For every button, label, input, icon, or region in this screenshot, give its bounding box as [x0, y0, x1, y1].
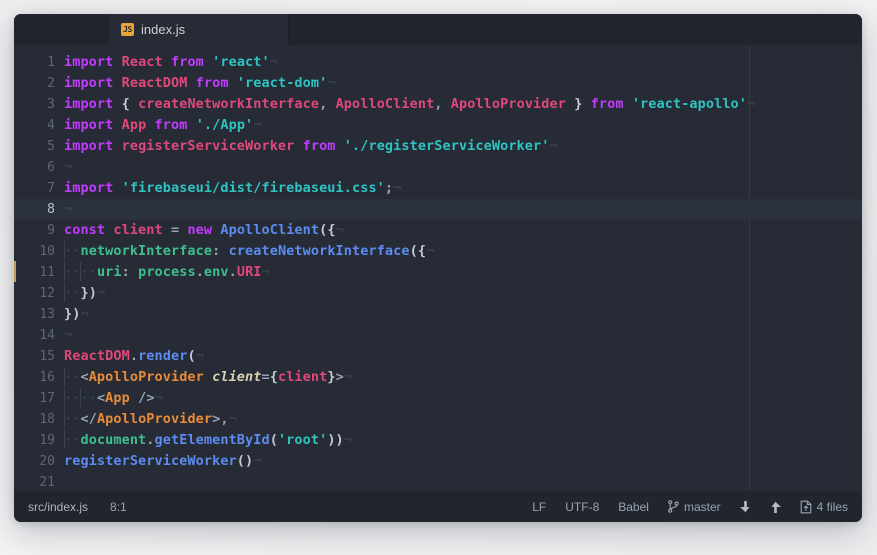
line-number: 17	[39, 391, 55, 406]
line-content: ····<App />¬	[64, 388, 163, 407]
line-number: 13	[39, 307, 55, 322]
line-content: ··<ApolloProvider client={client}>¬	[64, 367, 353, 386]
line-number: 15	[39, 349, 55, 364]
line-number: 3	[47, 97, 55, 112]
git-branch-icon	[668, 500, 679, 513]
status-branch[interactable]: master	[668, 500, 721, 514]
status-files-changed[interactable]: 4 files	[800, 500, 848, 514]
status-branch-label: master	[683, 499, 721, 514]
status-bar-left: src/index.js 8:1	[28, 500, 127, 514]
line-content: import registerServiceWorker from './reg…	[64, 138, 558, 154]
code-editor[interactable]: 1 import React from 'react'¬ 2 import Re…	[14, 45, 862, 491]
status-cursor-position[interactable]: 8:1	[110, 500, 127, 514]
line-content: import { createNetworkInterface, ApolloC…	[64, 96, 756, 112]
code-line[interactable]: 1 import React from 'react'¬	[14, 52, 862, 73]
js-file-icon: JS	[121, 23, 134, 36]
line-number: 18	[39, 412, 55, 427]
status-push-button[interactable]	[770, 501, 781, 513]
tab-index-js[interactable]: JS index.js	[109, 14, 289, 45]
tab-bar-left-spacer	[14, 14, 109, 45]
line-number: 21	[39, 475, 55, 490]
editor-window: JS index.js 1 import React from 'react'¬…	[14, 14, 862, 522]
line-content: ··</ApolloProvider>,¬	[64, 409, 237, 428]
code-line[interactable]: 4 import App from './App'¬	[14, 115, 862, 136]
code-line[interactable]: 3 import { createNetworkInterface, Apoll…	[14, 94, 862, 115]
status-file-path[interactable]: src/index.js	[28, 500, 88, 514]
code-line[interactable]: 7 import 'firebaseui/dist/firebaseui.css…	[14, 178, 862, 199]
line-content: ReactDOM.render(¬	[64, 348, 204, 364]
status-line-ending[interactable]: LF	[532, 500, 546, 514]
code-line[interactable]: 12 ··})¬	[14, 283, 862, 304]
code-lines: 1 import React from 'react'¬ 2 import Re…	[14, 45, 862, 491]
tab-label: index.js	[141, 22, 186, 37]
arrow-down-icon	[739, 500, 751, 513]
files-changed-icon	[800, 500, 812, 514]
status-bar: src/index.js 8:1 LF UTF-8 Babel master 4…	[14, 491, 862, 522]
line-number: 8	[47, 202, 55, 217]
tab-bar: JS index.js	[14, 14, 862, 45]
line-number: 11	[14, 261, 64, 283]
arrow-up-icon	[770, 501, 781, 513]
line-content: ····uri: process.env.URI¬	[64, 262, 270, 281]
line-number: 14	[39, 328, 55, 343]
status-bar-right: LF UTF-8 Babel master 4 files	[532, 500, 848, 514]
line-content: ¬	[64, 159, 73, 175]
line-content: import React from 'react'¬	[64, 54, 278, 70]
line-number: 5	[47, 139, 55, 154]
code-line[interactable]: 17 ····<App />¬	[14, 388, 862, 409]
line-content: ··document.getElementById('root'))¬	[64, 430, 353, 449]
code-line[interactable]: 20 registerServiceWorker()¬	[14, 451, 862, 472]
line-number: 20	[39, 454, 55, 469]
line-number: 19	[39, 433, 55, 448]
line-content: ¬	[64, 327, 73, 343]
line-number: 12	[39, 286, 55, 301]
line-content: const client = new ApolloClient({¬	[64, 222, 344, 238]
code-line-active[interactable]: 8 ¬	[14, 199, 862, 220]
line-number: 16	[39, 370, 55, 385]
line-content: ··})¬	[64, 283, 106, 302]
line-number: 7	[47, 181, 55, 196]
line-content: })¬	[64, 306, 89, 322]
line-number: 2	[47, 76, 55, 91]
status-grammar[interactable]: Babel	[618, 500, 649, 514]
line-content: ¬	[64, 201, 73, 217]
code-line[interactable]: 10 ··networkInterface: createNetworkInte…	[14, 241, 862, 262]
status-pull-button[interactable]	[739, 500, 751, 513]
line-content: import 'firebaseui/dist/firebaseui.css';…	[64, 180, 402, 196]
code-line[interactable]: 5 import registerServiceWorker from './r…	[14, 136, 862, 157]
line-number: 4	[47, 118, 55, 133]
line-content: ··networkInterface: createNetworkInterfa…	[64, 241, 435, 260]
line-number: 10	[39, 244, 55, 259]
code-line[interactable]: 14 ¬	[14, 325, 862, 346]
code-line[interactable]: 9 const client = new ApolloClient({¬	[14, 220, 862, 241]
line-content: import ReactDOM from 'react-dom'¬	[64, 75, 336, 91]
code-line[interactable]: 16 ··<ApolloProvider client={client}>¬	[14, 367, 862, 388]
code-line[interactable]: 13 })¬	[14, 304, 862, 325]
code-line[interactable]: 21	[14, 472, 862, 491]
line-number: 6	[47, 160, 55, 175]
code-line[interactable]: 18 ··</ApolloProvider>,¬	[14, 409, 862, 430]
code-line[interactable]: 6 ¬	[14, 157, 862, 178]
status-encoding[interactable]: UTF-8	[565, 500, 599, 514]
line-number: 1	[47, 55, 55, 70]
code-line[interactable]: 15 ReactDOM.render(¬	[14, 346, 862, 367]
code-line[interactable]: 11 ····uri: process.env.URI¬	[14, 261, 862, 283]
code-line[interactable]: 19 ··document.getElementById('root'))¬	[14, 430, 862, 451]
code-line[interactable]: 2 import ReactDOM from 'react-dom'¬	[14, 73, 862, 94]
status-files-label: 4 files	[816, 499, 848, 514]
line-content: import App from './App'¬	[64, 117, 262, 133]
line-content: registerServiceWorker()¬	[64, 453, 262, 469]
tab-bar-empty-area	[289, 14, 862, 45]
line-number: 9	[47, 223, 55, 238]
